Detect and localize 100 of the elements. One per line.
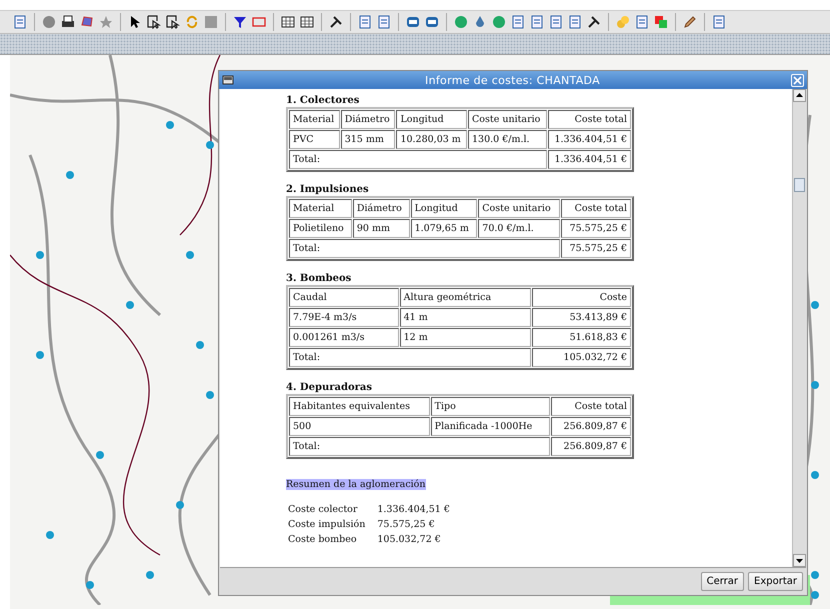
map-point [186,251,194,259]
funnel-icon[interactable] [233,15,247,29]
grid-icon[interactable] [300,15,314,29]
table-cell: Polietileno [289,219,352,238]
total-value: 1.336.404,51 € [548,150,631,169]
arrowbox-icon[interactable] [166,15,180,29]
summary-value: 1.336.404,51 € [377,504,450,515]
table-cell: Planificada -1000He [430,417,550,436]
summary-value: 105.032,72 € [377,534,442,545]
column-header: Coste unitario [468,110,547,129]
map-point [811,571,819,579]
column-header: Material [289,110,340,129]
scroll-up-icon[interactable] [793,89,806,102]
table-cell: 41 m [400,308,532,327]
scroll-thumb[interactable] [794,178,805,192]
table-cell: PVC [289,130,340,149]
squares-icon[interactable] [654,15,668,29]
page-icon[interactable] [549,15,563,29]
map-point [206,391,214,399]
close-icon [793,76,802,84]
column-header: Habitantes equivalentes [289,397,430,416]
column-header: Diámetro [352,199,410,218]
export-button[interactable]: Exportar [748,572,803,591]
column-header: Material [289,199,352,218]
table-cell: 10.280,03 m [396,130,468,149]
polygon-icon[interactable] [80,15,94,29]
column-header: Longitud [410,199,478,218]
column-header: Caudal [289,288,399,307]
column-header: Diámetro [340,110,396,129]
section-heading: 2. Impulsiones [286,184,370,195]
rect-icon[interactable] [252,15,266,29]
scrollbar[interactable] [792,89,806,567]
section-heading: 3. Bombeos [286,273,352,284]
total-value: 256.809,87 € [550,437,631,456]
map-point [196,341,204,349]
page-icon[interactable] [377,15,391,29]
table-cell: 70.0 €/m.l. [478,219,560,238]
drop-icon[interactable] [473,15,487,29]
map-point [36,251,44,259]
summary-heading: Resumen de la aglomeración [286,479,426,490]
pencil-icon[interactable] [683,15,697,29]
table-cell: 75.575,25 € [560,219,631,238]
info-icon[interactable] [42,15,56,29]
map-point [126,301,134,309]
map-point [96,451,104,459]
page-icon[interactable] [568,15,582,29]
summary-value: 75.575,25 € [377,519,436,530]
grid-icon[interactable] [281,15,295,29]
column-header: Tipo [430,397,550,416]
map-point [176,501,184,509]
arrow-icon[interactable] [128,15,142,29]
table-cell: 53.413,89 € [532,308,631,327]
section-heading: 4. Depuradoras [286,382,374,393]
table-cell: 500 [289,417,430,436]
column-header: Coste total [560,199,631,218]
table-cell: 256.809,87 € [550,417,631,436]
column-header: Coste unitario [478,199,560,218]
table-cell: 315 mm [340,130,396,149]
total-label: Total: [289,239,560,258]
summary-label: Coste bombeo [288,534,358,545]
table-cell: 0.001261 m3/s [289,328,399,347]
page-icon[interactable] [712,15,726,29]
map-point [166,121,174,129]
page-icon[interactable] [358,15,372,29]
printer-icon[interactable] [61,15,75,29]
column-header: Longitud [396,110,468,129]
table-cell: 1.336.404,51 € [548,130,631,149]
map-point [36,351,44,359]
scroll-down-icon[interactable] [793,554,806,567]
table-cell: 1.079,65 m [410,219,478,238]
page-icon[interactable] [511,15,525,29]
map-point [46,531,54,539]
map-point [811,591,819,599]
page-icon[interactable] [530,15,544,29]
column-header: Altura geométrica [400,288,532,307]
total-label: Total: [289,437,550,456]
section-heading: 1. Colectores [286,95,360,106]
page-icon[interactable] [635,15,649,29]
summary-label: Coste colector [288,504,358,515]
table-cell: 51.618,83 € [532,328,631,347]
arrowbox-icon[interactable] [147,15,161,29]
total-value: 105.032,72 € [532,348,631,367]
window-icon [222,74,234,86]
column-header: Coste total [548,110,631,129]
summary-label: Coste impulsión [288,519,366,530]
map-point [811,301,819,309]
table-cell: 130.0 €/m.l. [468,130,547,149]
doc-icon[interactable] [13,15,27,29]
map-point [206,141,214,149]
map-point [811,381,819,389]
table-cell: 12 m [400,328,532,347]
total-value: 75.575,25 € [560,239,631,258]
close-dialog-button[interactable]: Cerrar [700,572,744,591]
total-label: Total: [289,348,532,367]
table-cell: 90 mm [352,219,410,238]
star-icon[interactable] [99,15,113,29]
column-header: Coste [532,288,631,307]
map-point [146,571,154,579]
map-point [811,471,819,479]
table-cell: 7.79E-4 m3/s [289,308,399,327]
